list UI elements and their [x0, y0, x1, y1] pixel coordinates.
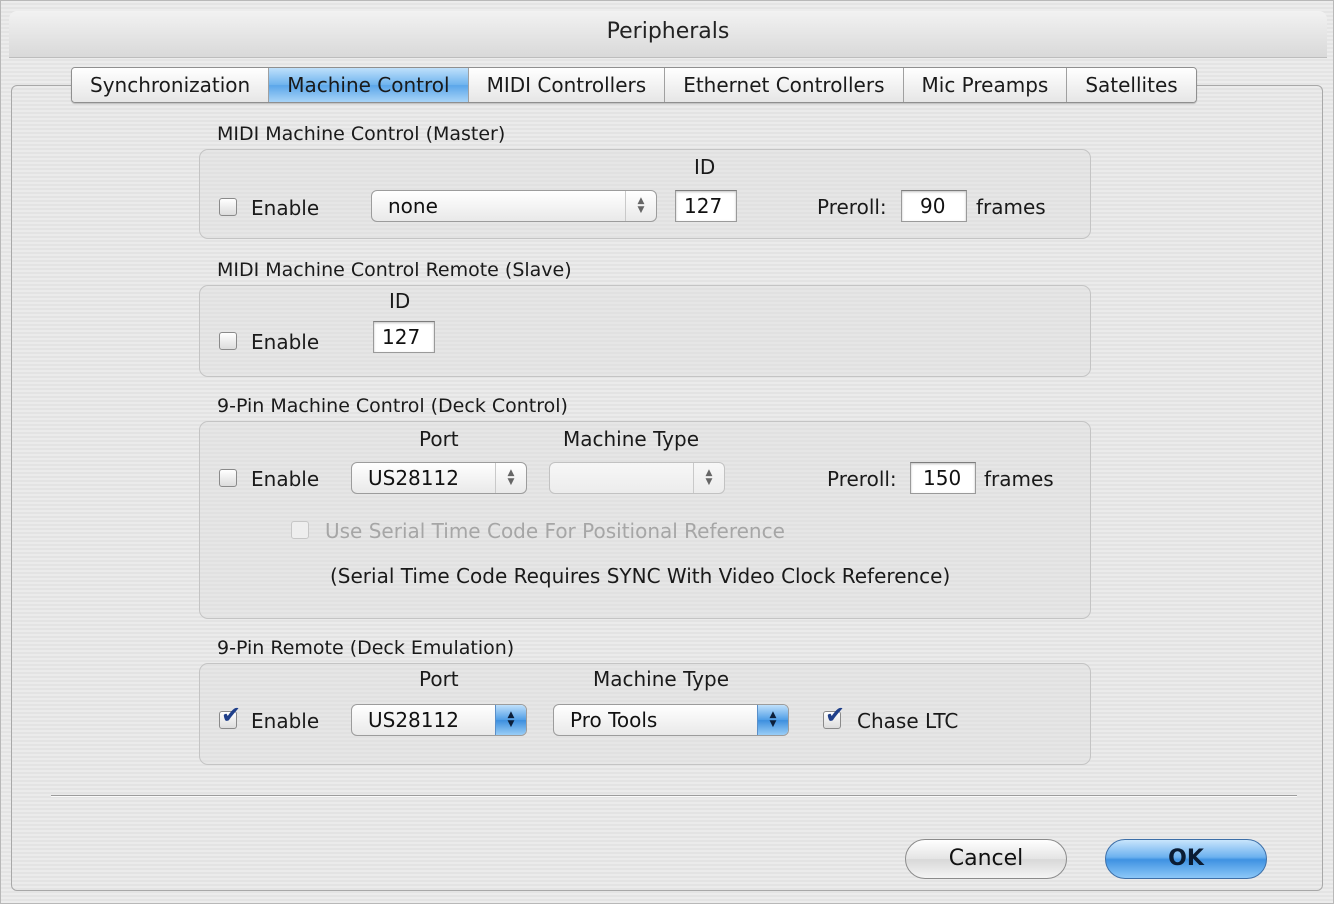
tab-ethernet-controllers[interactable]: Ethernet Controllers	[665, 68, 904, 102]
ninepin-remote-port-label: Port	[419, 667, 459, 691]
mmc-master-preroll-unit: frames	[976, 195, 1046, 219]
ninepin-control-machine-type-popup[interactable]: ▲ ▼	[549, 462, 725, 494]
mmc-remote-id-label: ID	[389, 289, 411, 313]
chase-ltc-label: Chase LTC	[857, 709, 959, 733]
window-title: Peripherals	[606, 19, 730, 44]
tab-midi-controllers[interactable]: MIDI Controllers	[468, 68, 666, 102]
ninepin-remote-machine-type-label: Machine Type	[593, 667, 730, 691]
tab-synchronization[interactable]: Synchronization	[72, 68, 270, 102]
ninepin-remote-machine-type-value: Pro Tools	[570, 708, 658, 732]
popup-arrows-icon: ▲ ▼	[495, 463, 526, 493]
mmc-remote-enable-label: Enable	[251, 330, 320, 354]
ninepin-remote-enable-checkbox[interactable]: ✔	[219, 703, 241, 729]
ninepin-control-preroll-field[interactable]: 150	[910, 462, 976, 494]
mmc-master-device-value: none	[388, 194, 438, 218]
ninepin-remote-title: 9-Pin Remote (Deck Emulation)	[217, 637, 515, 659]
ninepin-control-port-value: US28112	[368, 466, 459, 490]
ninepin-control-port-label: Port	[419, 427, 459, 451]
mmc-master-preroll-field[interactable]: 90	[901, 190, 967, 222]
serial-timecode-checkbox[interactable]	[291, 521, 309, 539]
mmc-remote-id-field[interactable]: 127	[373, 321, 435, 353]
tab-bar: Synchronization Machine Control MIDI Con…	[71, 67, 1197, 103]
ninepin-remote-enable-label: Enable	[251, 709, 320, 733]
ninepin-remote-machine-type-popup[interactable]: Pro Tools ▲ ▼	[553, 704, 789, 736]
mmc-master-id-label: ID	[694, 155, 716, 179]
ninepin-remote-port-popup[interactable]: US28112 ▲ ▼	[351, 704, 527, 736]
divider	[51, 795, 1297, 797]
cancel-button[interactable]: Cancel	[905, 839, 1067, 879]
popup-arrows-icon: ▲ ▼	[693, 463, 724, 493]
mmc-master-title: MIDI Machine Control (Master)	[217, 123, 506, 145]
chase-ltc-checkbox[interactable]: ✔	[823, 703, 845, 729]
serial-timecode-note: (Serial Time Code Requires SYNC With Vid…	[330, 564, 951, 588]
checkmark-icon: ✔	[221, 701, 242, 729]
serial-timecode-label: Use Serial Time Code For Positional Refe…	[325, 519, 785, 543]
mmc-master-enable-label: Enable	[251, 196, 320, 220]
mmc-master-enable-checkbox[interactable]	[219, 198, 237, 216]
mmc-master-id-field[interactable]: 127	[675, 190, 737, 222]
title-bar: Peripherals	[9, 11, 1327, 58]
tab-machine-control[interactable]: Machine Control	[269, 68, 469, 102]
checkmark-icon: ✔	[825, 701, 846, 729]
tab-mic-preamps[interactable]: Mic Preamps	[903, 68, 1068, 102]
mmc-remote-enable-checkbox[interactable]	[219, 332, 237, 350]
ninepin-control-preroll-label: Preroll:	[827, 467, 897, 491]
ninepin-control-enable-label: Enable	[251, 467, 320, 491]
ninepin-control-preroll-unit: frames	[984, 467, 1054, 491]
mmc-remote-group	[199, 285, 1091, 377]
popup-arrows-icon: ▲ ▼	[757, 705, 788, 735]
ninepin-remote-port-value: US28112	[368, 708, 459, 732]
mmc-master-device-popup[interactable]: none ▲ ▼	[371, 190, 657, 222]
ninepin-control-enable-checkbox[interactable]	[219, 469, 237, 487]
mmc-remote-title: MIDI Machine Control Remote (Slave)	[217, 259, 572, 281]
mmc-master-preroll-label: Preroll:	[817, 195, 887, 219]
ok-button[interactable]: OK	[1105, 839, 1267, 879]
popup-arrows-icon: ▲ ▼	[495, 705, 526, 735]
peripherals-window: Peripherals Synchronization Machine Cont…	[0, 0, 1334, 904]
ninepin-control-title: 9-Pin Machine Control (Deck Control)	[217, 395, 568, 417]
tab-satellites[interactable]: Satellites	[1067, 68, 1196, 102]
ninepin-control-machine-type-label: Machine Type	[563, 427, 700, 451]
ninepin-control-port-popup[interactable]: US28112 ▲ ▼	[351, 462, 527, 494]
popup-arrows-icon: ▲ ▼	[625, 191, 656, 221]
